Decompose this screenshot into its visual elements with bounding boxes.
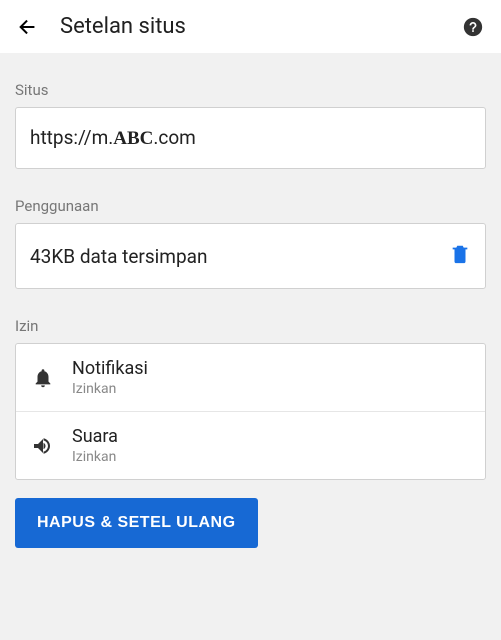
sound-icon	[30, 434, 56, 458]
usage-text: 43KB data tersimpan	[30, 245, 207, 268]
permission-sound[interactable]: Suara Izinkan	[16, 411, 485, 479]
permission-status: Izinkan	[72, 449, 118, 465]
reset-button[interactable]: HAPUS & SETEL ULANG	[15, 498, 258, 548]
permission-title: Notifikasi	[72, 358, 148, 379]
delete-usage-button[interactable]	[449, 242, 471, 270]
help-icon	[462, 16, 484, 38]
arrow-left-icon	[17, 16, 39, 38]
site-url: https://m.ABC.com	[30, 126, 471, 150]
permission-notifications[interactable]: Notifikasi Izinkan	[16, 344, 485, 411]
bell-icon	[30, 367, 56, 389]
help-button[interactable]	[461, 15, 485, 39]
content: Situs https://m.ABC.com Penggunaan 43KB …	[0, 81, 501, 548]
permission-list: Notifikasi Izinkan Suara Izinkan	[15, 343, 486, 480]
trash-icon	[449, 242, 471, 266]
back-button[interactable]	[16, 15, 40, 39]
permission-status: Izinkan	[72, 381, 148, 397]
site-label: Situs	[15, 81, 486, 99]
page-title: Setelan situs	[60, 14, 441, 39]
site-card: https://m.ABC.com	[15, 107, 486, 169]
usage-card: 43KB data tersimpan	[15, 223, 486, 289]
header: Setelan situs	[0, 0, 501, 53]
permission-title: Suara	[72, 426, 118, 447]
usage-label: Penggunaan	[15, 197, 486, 215]
perms-label: Izin	[15, 317, 486, 335]
